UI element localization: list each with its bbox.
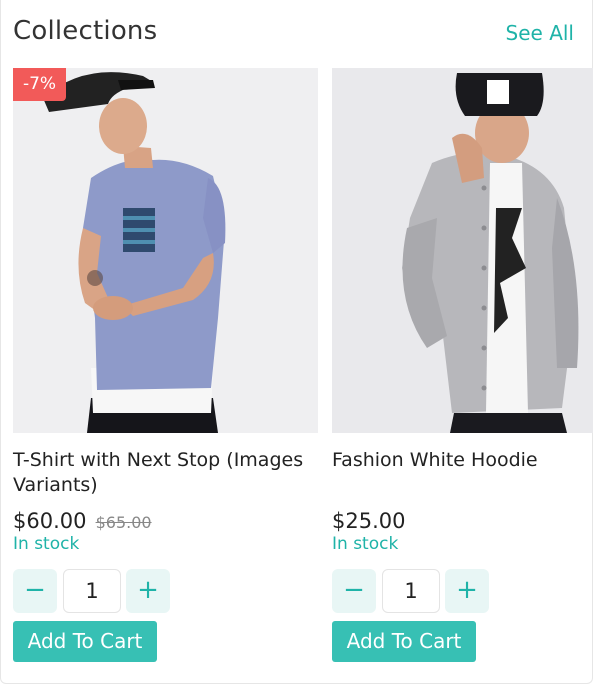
quantity-stepper: − 1 + [332, 569, 492, 613]
product-name[interactable]: Fashion White Hoodie [332, 448, 593, 473]
section-title: Collections [13, 16, 158, 46]
price-row: $25.00 [332, 509, 405, 535]
minus-icon: − [24, 575, 46, 605]
product-photo-shirt [13, 68, 318, 433]
quantity-field[interactable]: 1 [382, 569, 440, 613]
see-all-link[interactable]: See All [506, 21, 574, 45]
discount-badge: -7% [13, 68, 66, 101]
product-price: $25.00 [332, 509, 406, 533]
add-to-cart-button[interactable]: Add To Cart [332, 621, 476, 662]
decrease-quantity-button[interactable]: − [13, 569, 57, 613]
stock-status: In stock [332, 534, 399, 554]
product-name[interactable]: T-Shirt with Next Stop (Images Variants) [13, 448, 313, 498]
plus-icon: + [137, 575, 159, 605]
quantity-stepper: − 1 + [13, 569, 173, 613]
product-old-price: $65.00 [95, 513, 152, 532]
stock-status: In stock [13, 534, 80, 554]
minus-icon: − [343, 575, 365, 605]
product-card[interactable]: Fashion White Hoodie $25.00 In stock − 1… [332, 68, 593, 668]
product-image[interactable] [332, 68, 593, 433]
decrease-quantity-button[interactable]: − [332, 569, 376, 613]
increase-quantity-button[interactable]: + [126, 569, 170, 613]
collections-widget: Collections See All -7% T-Shirt with Nex… [0, 0, 593, 684]
increase-quantity-button[interactable]: + [445, 569, 489, 613]
price-row: $60.00 $65.00 [13, 509, 152, 535]
add-to-cart-button[interactable]: Add To Cart [13, 621, 157, 662]
product-card[interactable]: -7% T-Shirt with Next Stop (Images Varia… [13, 68, 318, 668]
quantity-field[interactable]: 1 [63, 569, 121, 613]
product-image[interactable]: -7% [13, 68, 318, 433]
plus-icon: + [456, 575, 478, 605]
product-photo-hoodie [332, 68, 593, 433]
product-price: $60.00 [13, 509, 87, 533]
collections-header: Collections See All [13, 16, 574, 52]
